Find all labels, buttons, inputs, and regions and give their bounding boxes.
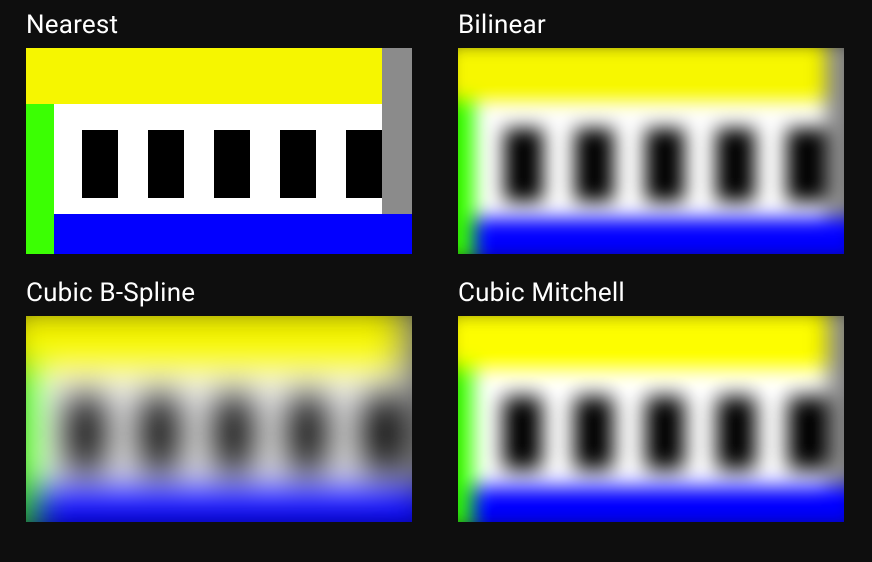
- bar: [139, 395, 179, 471]
- thumb-bilinear: [458, 48, 844, 254]
- panel-mitchell: Cubic Mitchell: [458, 278, 846, 538]
- bar: [788, 396, 827, 469]
- region-green: [26, 366, 34, 522]
- caption-bilinear: Bilinear: [458, 10, 846, 40]
- sample-image: [26, 48, 412, 254]
- panel-bspline: Cubic B-Spline: [26, 278, 414, 538]
- bar: [66, 395, 106, 471]
- bar: [646, 129, 685, 202]
- region-yellow: [458, 48, 844, 101]
- region-gray: [825, 48, 844, 218]
- caption-nearest: Nearest: [26, 10, 414, 40]
- bar: [717, 396, 756, 469]
- bar: [346, 130, 382, 198]
- bar: [504, 129, 543, 202]
- bar: [148, 130, 184, 198]
- thumb-mitchell: [458, 316, 844, 522]
- caption-bspline: Cubic B-Spline: [26, 278, 414, 308]
- region-yellow: [26, 316, 412, 366]
- bar: [213, 395, 253, 471]
- sample-image: [458, 316, 844, 522]
- bar: [574, 396, 613, 469]
- bar: [646, 396, 685, 469]
- bar: [82, 130, 118, 198]
- region-yellow: [458, 316, 844, 368]
- black-bars: [504, 129, 825, 202]
- bar: [287, 395, 327, 471]
- region-blue: [473, 487, 844, 522]
- region-blue: [34, 490, 412, 522]
- caption-mitchell: Cubic Mitchell: [458, 278, 846, 308]
- sample-image: [26, 316, 412, 522]
- region-blue: [54, 214, 412, 254]
- black-bars: [66, 395, 402, 471]
- bar: [716, 129, 755, 202]
- thumb-bspline: [26, 316, 412, 522]
- region-gray: [402, 316, 412, 490]
- region-green: [458, 368, 473, 522]
- region-green: [458, 101, 474, 254]
- region-yellow: [26, 48, 412, 104]
- bar: [214, 130, 250, 198]
- black-bars: [82, 130, 382, 198]
- region-blue: [474, 218, 844, 254]
- region-gray: [382, 48, 412, 214]
- region-gray: [827, 316, 844, 487]
- bar: [575, 129, 614, 202]
- black-bars: [503, 396, 827, 469]
- sample-image: [458, 48, 844, 254]
- thumb-nearest: [26, 48, 412, 254]
- region-green: [26, 104, 54, 254]
- bar: [503, 396, 542, 469]
- bar: [280, 130, 316, 198]
- bar: [787, 129, 826, 202]
- panel-bilinear: Bilinear: [458, 10, 846, 270]
- filter-comparison-grid: Nearest Bilinear: [0, 0, 872, 562]
- panel-nearest: Nearest: [26, 10, 414, 270]
- bar: [361, 395, 401, 471]
